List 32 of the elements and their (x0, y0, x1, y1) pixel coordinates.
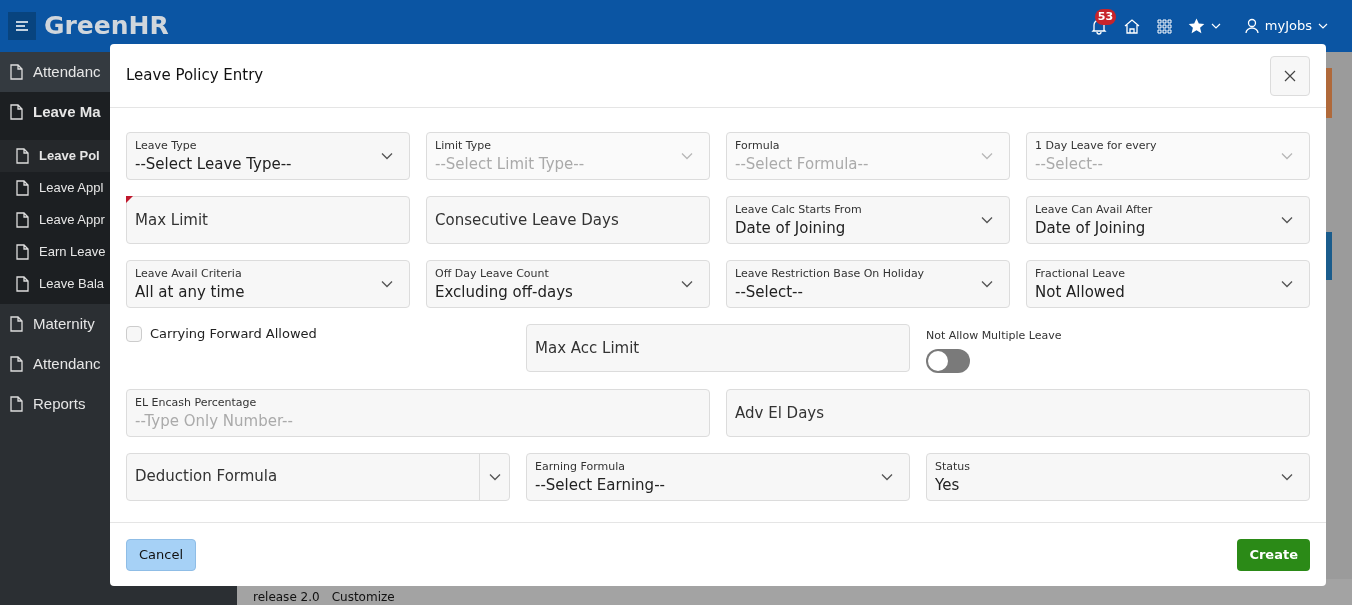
field-label: Off Day Leave Count (435, 266, 550, 282)
field-value: --Select Leave Type-- (135, 154, 293, 174)
switch-label: Not Allow Multiple Leave (926, 328, 1062, 344)
dialog-title: Leave Policy Entry (126, 65, 264, 87)
field-value: --Select Formula-- (735, 154, 870, 174)
field-label: Fractional Leave (1035, 266, 1126, 282)
field-label: EL Encash Percentage (135, 394, 258, 411)
checkbox-label: Carrying Forward Allowed (150, 325, 317, 343)
field-label: Status (935, 458, 972, 475)
notification-badge: 53 (1094, 9, 1117, 25)
field-value: Yes (935, 474, 961, 495)
field-value: --Select-- (735, 282, 804, 302)
field-value: Date of Joining (735, 218, 847, 238)
field-value: --Select-- (1035, 154, 1104, 174)
field-label: Leave Calc Starts From (735, 202, 863, 218)
field-value: Date of Joining (1035, 218, 1147, 238)
field-label: Leave Type (135, 138, 198, 154)
field-label: 1 Day Leave for every (1035, 138, 1158, 154)
field-value: Not Allowed (1035, 282, 1126, 302)
field-label: Earning Formula (535, 458, 626, 475)
field-label: Leave Can Avail After (1035, 202, 1154, 218)
brand-title: GreenHR (44, 10, 169, 43)
field-label: Formula (735, 138, 781, 154)
field-value: All at any time (135, 282, 246, 302)
field-value: --Select Limit Type-- (435, 154, 586, 174)
field-label: Leave Avail Criteria (135, 266, 243, 282)
field-value: Excluding off-days (435, 282, 574, 302)
field-value: --Select Earning-- (535, 474, 666, 495)
field-label: Limit Type (435, 138, 493, 154)
user-name: myJobs (1264, 17, 1312, 36)
version-text: release 2.0 (253, 590, 320, 604)
field-label: Leave Restriction Base On Holiday (735, 266, 926, 282)
